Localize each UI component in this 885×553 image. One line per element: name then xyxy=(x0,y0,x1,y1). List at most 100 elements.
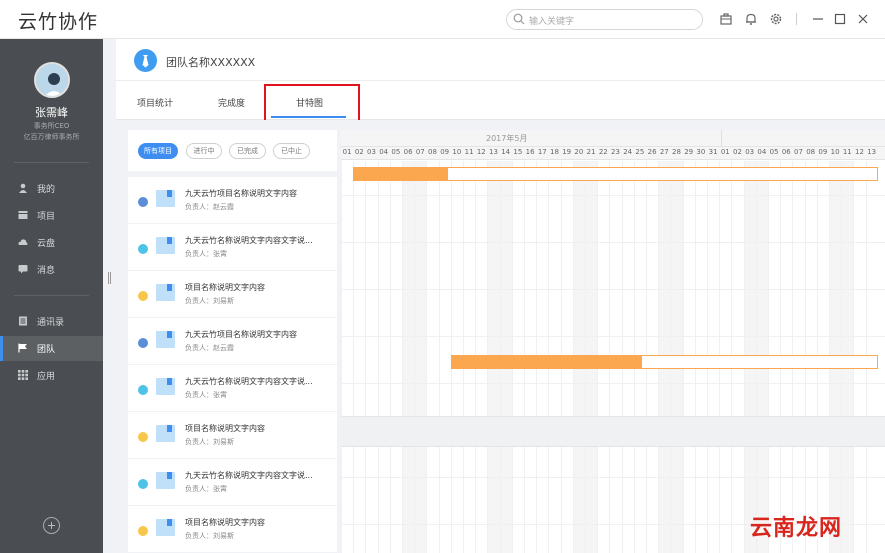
sidebar-item-mine[interactable]: 我的 xyxy=(0,176,103,201)
row-highlight xyxy=(341,416,885,447)
project-owner: 负责人：张霄 xyxy=(185,250,227,258)
tab-project-stats[interactable]: 项目统计 xyxy=(137,96,173,109)
project-owner: 负责人：赵云霞 xyxy=(185,203,234,211)
day-label: 21 xyxy=(586,148,596,156)
cloud-icon xyxy=(18,239,28,245)
day-label: 14 xyxy=(501,148,511,156)
tab-bar: 项目统计 完成度 甘特图 xyxy=(116,82,885,122)
highlight-box xyxy=(264,84,360,122)
gantt-month-label: 2017年5月 xyxy=(486,134,528,143)
filter-stopped[interactable]: 已中止 xyxy=(273,143,310,159)
list-item[interactable]: 九天云竹项目名称说明文字内容 负责人：赵云霞 xyxy=(128,177,337,223)
sidebar-item-label: 消息 xyxy=(37,266,56,276)
search-input[interactable]: 输入关键字 xyxy=(529,14,574,27)
gantt-bar[interactable] xyxy=(353,167,878,181)
maximize-icon[interactable] xyxy=(833,12,847,26)
list-item[interactable]: 九天云竹名称说明文字内容文字说... 负责人：张霄 xyxy=(128,365,337,411)
filter-all[interactable]: 所有项目 xyxy=(138,143,178,159)
flag-icon xyxy=(18,343,27,353)
project-list: 所有项目 进行中 已完成 已中止 九天云竹项目名称说明文字内容 负责人：赵云霞 九天… xyxy=(128,130,337,553)
day-label: 22 xyxy=(598,148,608,156)
day-label: 05 xyxy=(769,148,779,156)
list-item[interactable]: 项目名称说明文字内容 负责人：刘易斯 xyxy=(128,412,337,458)
tab-completion[interactable]: 完成度 xyxy=(218,96,245,109)
day-label: 19 xyxy=(562,148,572,156)
message-icon xyxy=(18,265,28,274)
minimize-icon[interactable] xyxy=(811,12,825,26)
apps-icon xyxy=(18,370,28,380)
day-label: 01 xyxy=(720,148,730,156)
day-label: 07 xyxy=(415,148,425,156)
folder-icon xyxy=(156,378,175,395)
panel-splitter[interactable] xyxy=(103,39,116,553)
watermark-logo: 云南龙网 xyxy=(750,516,843,541)
sidebar-item-cloud[interactable]: 云盘 xyxy=(0,230,103,255)
project-owner: 负责人：刘易斯 xyxy=(185,438,234,446)
row-divider xyxy=(341,336,885,337)
day-label: 08 xyxy=(806,148,816,156)
list-item[interactable]: 九天云竹项目名称说明文字内容 负责人：赵云霞 xyxy=(128,318,337,364)
user-role: 事务所CEO xyxy=(33,122,70,130)
gantt-day-header: 01 02 03 04 05 06 07 08 09 10 11 12 13 14 15 16 17 18 19 20… xyxy=(341,147,885,160)
toolbar-divider xyxy=(796,13,797,25)
gantt-bar-remaining xyxy=(642,355,878,369)
day-label: 26 xyxy=(647,148,657,156)
gantt-bar-progress xyxy=(450,355,643,369)
day-column xyxy=(426,161,438,553)
sidebar-item-contacts[interactable]: 通讯录 xyxy=(0,309,103,334)
day-column xyxy=(365,161,377,553)
day-column xyxy=(377,161,390,553)
list-item[interactable]: 项目名称说明文字内容 负责人：刘易斯 xyxy=(128,271,337,317)
day-column xyxy=(402,161,415,553)
day-label: 12 xyxy=(476,148,486,156)
filter-completed[interactable]: 已完成 xyxy=(229,143,266,159)
avatar[interactable] xyxy=(34,62,70,98)
list-item[interactable]: 九天云竹名称说明文字内容文字说... 负责人：张霄 xyxy=(128,459,337,505)
status-icon xyxy=(138,385,148,395)
search-icon xyxy=(513,13,525,25)
gear-icon[interactable] xyxy=(769,12,783,26)
folder-icon xyxy=(156,472,175,489)
day-label: 03 xyxy=(367,148,376,156)
user-name: 张需峰 xyxy=(35,106,68,119)
sidebar-item-label: 我的 xyxy=(37,185,56,195)
status-icon xyxy=(138,526,148,536)
status-icon xyxy=(138,291,148,301)
project-title: 九天云竹名称说明文字内容文字说... xyxy=(185,377,313,386)
sidebar-item-apps[interactable]: 应用 xyxy=(0,363,103,388)
status-icon xyxy=(138,338,148,348)
sidebar-item-team[interactable]: 团队 xyxy=(0,336,103,361)
content-area: 所有项目 进行中 已完成 已中止 九天云竹项目名称说明文字内容 负责人：赵云霞 九天… xyxy=(116,120,885,553)
day-label: 13 xyxy=(867,148,877,156)
row-divider xyxy=(341,383,885,384)
sidebar-item-messages[interactable]: 消息 xyxy=(0,257,103,282)
sidebar-item-projects[interactable]: 项目 xyxy=(0,203,103,228)
briefcase-icon[interactable] xyxy=(719,12,733,26)
day-label: 23 xyxy=(611,148,620,156)
project-owner: 负责人：刘易斯 xyxy=(185,532,234,540)
day-label: 13 xyxy=(489,148,498,156)
month-divider xyxy=(721,130,722,147)
day-label: 15 xyxy=(513,148,523,156)
gantt-bar[interactable] xyxy=(450,355,878,369)
sidebar: 张需峰 事务所CEO 亿百万律师事务所 我的 项目 云盘 消息 通讯录 团队 应… xyxy=(0,39,103,553)
day-label: 04 xyxy=(757,148,767,156)
close-icon[interactable] xyxy=(856,12,870,26)
day-label: 09 xyxy=(818,148,828,156)
add-icon[interactable] xyxy=(43,517,60,534)
day-label: 24 xyxy=(623,148,633,156)
list-item[interactable]: 项目名称说明文字内容 负责人：刘易斯 xyxy=(128,506,337,552)
user-org: 亿百万律师事务所 xyxy=(23,133,80,141)
drag-handle-icon[interactable] xyxy=(108,272,111,284)
row-divider xyxy=(341,477,885,478)
folder-icon xyxy=(156,237,175,254)
filter-in-progress[interactable]: 进行中 xyxy=(186,143,222,159)
folder-icon xyxy=(156,519,175,536)
day-label: 31 xyxy=(708,148,718,156)
bell-icon[interactable] xyxy=(744,12,758,26)
list-item[interactable]: 九天云竹名称说明文字内容文字说... 负责人：张霄 xyxy=(128,224,337,270)
project-title: 九天云竹名称说明文字内容文字说... xyxy=(185,471,313,480)
project-owner: 负责人：张霄 xyxy=(185,391,227,399)
day-label: 06 xyxy=(403,148,413,156)
search-box[interactable]: 输入关键字 xyxy=(506,9,703,30)
